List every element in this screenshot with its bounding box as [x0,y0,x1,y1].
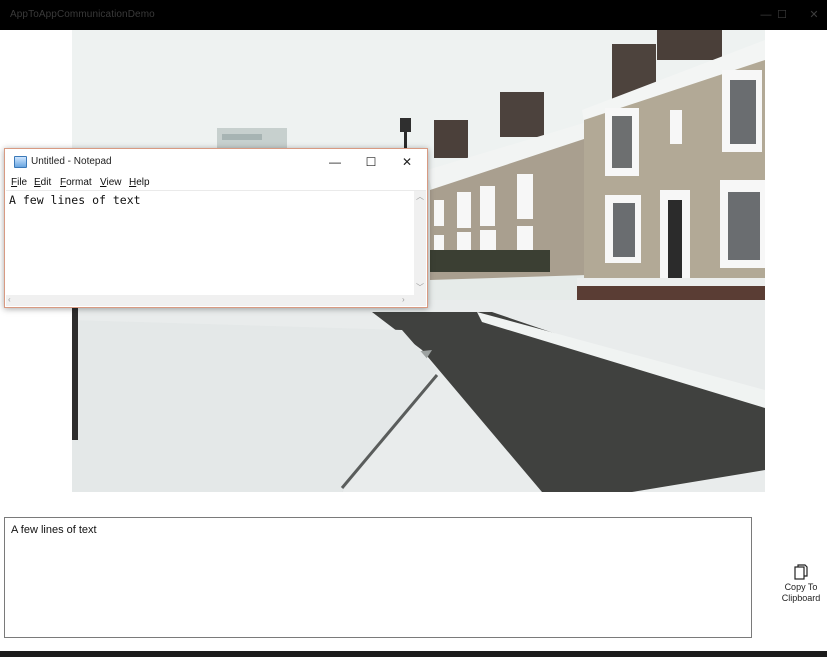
scroll-down-icon[interactable]: ﹀ [416,283,424,293]
text-box-value: A few lines of text [11,524,97,536]
notepad-icon [14,156,27,168]
notepad-content: A few lines of text [9,193,141,207]
notepad-close-button[interactable]: ✕ [397,152,417,172]
menu-format[interactable]: Format [60,177,92,188]
notepad-window[interactable]: Untitled - Notepad — ☐ ✕ File Edit Forma… [4,148,428,308]
notepad-minimize-button[interactable]: — [325,152,345,172]
copy-to-clipboard-button[interactable]: Copy To Clipboard [776,560,826,612]
copy-label-line2: Clipboard [781,593,821,603]
notepad-horizontal-scrollbar[interactable]: ‹ › [6,295,414,306]
app-maximize-button[interactable]: ☐ [773,6,791,24]
bottom-edge-bar [0,651,827,657]
notepad-maximize-button[interactable]: ☐ [361,152,381,172]
app-title-bar: AppToAppCommunicationDemo — ☐ ✕ [0,0,827,30]
resize-grip-icon[interactable] [414,295,426,306]
menu-view[interactable]: View [100,177,122,188]
app-close-button[interactable]: ✕ [805,6,823,24]
text-input-box[interactable]: A few lines of text [4,517,752,638]
scroll-left-icon[interactable]: ‹ [8,295,11,305]
notepad-title-bar[interactable]: Untitled - Notepad — ☐ ✕ [5,149,427,175]
menu-edit[interactable]: Edit [34,177,51,188]
copy-label-line1: Copy To [784,582,818,592]
notepad-text-area[interactable]: A few lines of text ︿ ﹀ [6,190,426,296]
app-title: AppToAppCommunicationDemo [10,9,155,20]
scroll-right-icon[interactable]: › [402,295,405,305]
menu-help[interactable]: Help [129,177,150,188]
menu-file[interactable]: File [11,177,27,188]
scroll-up-icon[interactable]: ︿ [416,192,424,202]
notepad-title: Untitled - Notepad [31,156,112,167]
notepad-menu-bar: File Edit Format View Help [5,176,427,190]
copy-icon [794,564,808,580]
app-window: AppToAppCommunicationDemo — ☐ ✕ Untitled… [0,0,827,657]
notepad-vertical-scrollbar[interactable]: ︿ ﹀ [414,191,426,296]
